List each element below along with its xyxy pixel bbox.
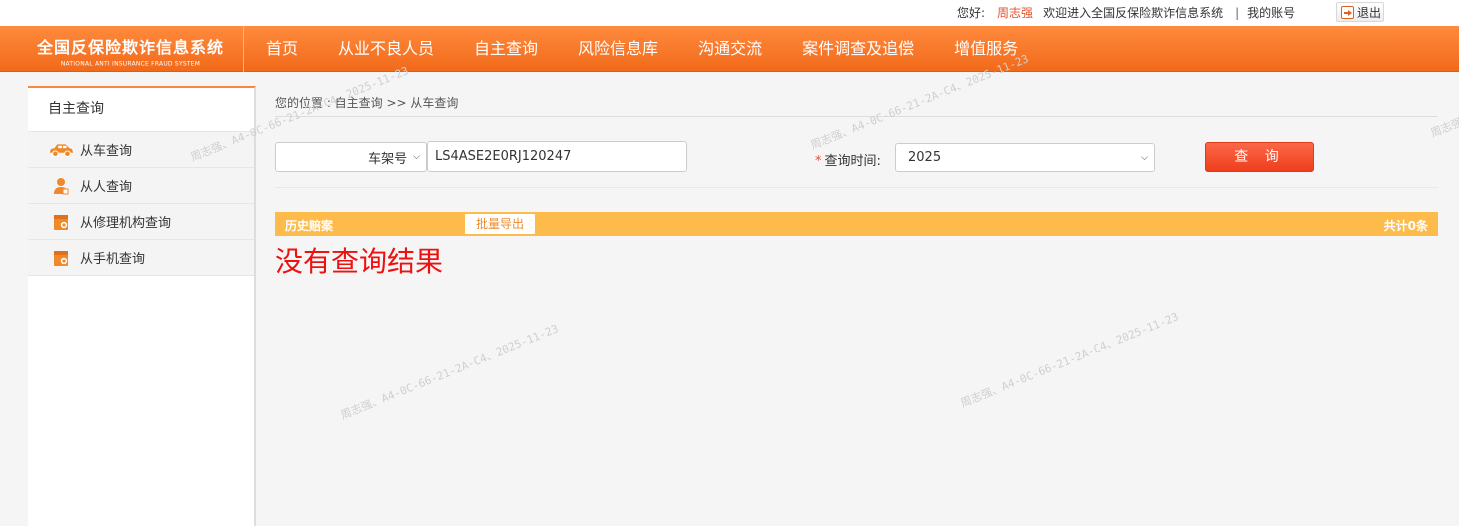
nav-item-case-investigation[interactable]: 案件调查及追偿: [782, 26, 934, 72]
nav-item-bad-practitioners[interactable]: 从业不良人员: [318, 26, 454, 72]
phone-icon: [53, 249, 69, 267]
logout-icon: [1341, 5, 1354, 19]
sidebar-item-repair-query[interactable]: 从修理机构查询: [28, 204, 254, 240]
sidebar-item-car-query[interactable]: 从车查询: [28, 132, 254, 168]
breadcrumb-divider: [275, 116, 1438, 117]
sidebar-item-phone-query[interactable]: 从手机查询: [28, 240, 254, 276]
logout-button[interactable]: 退出: [1336, 2, 1384, 22]
greeting-area: 您好: 周志强 欢迎进入全国反保险欺诈信息系统 | 我的账号: [957, 4, 1295, 21]
brand-title-cn: 全国反保险欺诈信息系统: [36, 38, 224, 57]
query-button[interactable]: 查 询: [1205, 142, 1314, 172]
brand-title-en: NATIONAL ANTI INSURANCE FRAUD SYSTEM: [60, 60, 201, 68]
car-icon: [48, 141, 74, 159]
sidebar-item-label: 从修理机构查询: [80, 216, 172, 231]
sidebar-item-person-query[interactable]: 从人查询: [28, 168, 254, 204]
query-time-label: * 查询时间:: [815, 150, 881, 169]
sidebar-item-label: 从手机查询: [80, 252, 146, 267]
sidebar: 自主查询 从车查询 从人查询 从修理机构查询 从手机查询: [28, 86, 256, 526]
logout-label: 退出: [1357, 5, 1382, 20]
my-account-link[interactable]: 我的账号: [1247, 6, 1295, 20]
nav-item-self-query[interactable]: 自主查询: [454, 26, 558, 72]
empty-result-message: 没有查询结果: [275, 245, 444, 278]
query-year-value: 2025: [908, 150, 942, 165]
sidebar-item-label: 从人查询: [80, 180, 133, 195]
result-title: 历史赔案: [285, 219, 334, 233]
nav-item-home[interactable]: 首页: [246, 26, 318, 72]
sidebar-item-label: 从车查询: [80, 144, 133, 159]
separator: |: [1235, 6, 1240, 20]
result-total-count: 共计0条: [1383, 219, 1428, 233]
chevron-down-icon: ⌵: [1141, 152, 1148, 163]
username-link[interactable]: 周志强: [997, 6, 1033, 20]
nav-item-communication[interactable]: 沟通交流: [678, 26, 782, 72]
batch-export-button[interactable]: 批量导出: [465, 214, 535, 234]
breadcrumb: 您的位置 : 自主查询 >> 从车查询: [275, 96, 459, 110]
sidebar-title: 自主查询: [28, 88, 254, 132]
form-divider: [275, 187, 1438, 188]
chevron-down-icon: ⌵: [413, 152, 420, 162]
nav-items: 首页 从业不良人员 自主查询 风险信息库 沟通交流 案件调查及追偿 增值服务: [246, 26, 1038, 72]
brand-logo[interactable]: 全国反保险欺诈信息系统 NATIONAL ANTI INSURANCE FRAU…: [18, 26, 244, 72]
watermark: 周志强、A4-0C-66-21-2A-C4、2025-11-23: [338, 322, 561, 422]
result-header-bar: 历史赔案 批量导出 共计0条: [275, 212, 1438, 236]
person-icon: [53, 177, 69, 195]
main-nav: 全国反保险欺诈信息系统 NATIONAL ANTI INSURANCE FRAU…: [0, 26, 1459, 72]
top-bar: 您好: 周志强 欢迎进入全国反保险欺诈信息系统 | 我的账号 退出: [0, 0, 1459, 26]
nav-item-value-added[interactable]: 增值服务: [934, 26, 1038, 72]
greeting-label: 您好:: [957, 6, 986, 20]
repair-shop-icon: [53, 213, 69, 231]
welcome-text: 欢迎进入全国反保险欺诈信息系统: [1043, 6, 1224, 20]
vin-input[interactable]: [427, 141, 687, 172]
query-type-value: 车架号: [368, 151, 408, 167]
watermark: 周志强、A4-0C-66-21-2A-C4、2025-11-23: [958, 310, 1181, 410]
query-time-text: 查询时间:: [824, 154, 881, 169]
required-mark: *: [815, 154, 822, 169]
nav-item-risk-database[interactable]: 风险信息库: [558, 26, 678, 72]
query-year-select[interactable]: 2025 ⌵: [895, 143, 1155, 172]
query-type-select[interactable]: 车架号 ⌵: [275, 142, 427, 172]
